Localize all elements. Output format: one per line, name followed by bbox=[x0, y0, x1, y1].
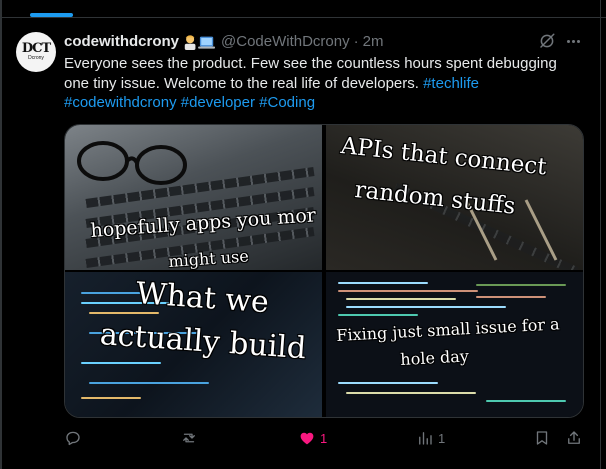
media-caption-2-line2: random stuffs bbox=[353, 177, 517, 220]
reply-button[interactable] bbox=[64, 426, 86, 450]
timestamp[interactable]: 2m bbox=[363, 33, 384, 50]
code-line bbox=[89, 312, 159, 314]
code-line bbox=[346, 298, 456, 300]
code-line bbox=[346, 392, 476, 394]
tweet-body: Everyone sees the product. Few see the c… bbox=[64, 55, 557, 92]
media-image-api[interactable]: APIs that connect random stuffs bbox=[326, 125, 583, 270]
glasses-icon bbox=[77, 141, 187, 185]
display-name[interactable]: codewithdcrony bbox=[64, 33, 179, 50]
media-caption-2-line1: APIs that connect bbox=[339, 133, 548, 181]
code-line bbox=[476, 296, 546, 298]
hashtag-developer[interactable]: #developer bbox=[181, 94, 255, 111]
code-line bbox=[338, 382, 438, 384]
avatar-subtext: Dcrony bbox=[28, 55, 44, 61]
separator-dot: · bbox=[353, 32, 359, 50]
repost-button[interactable] bbox=[180, 426, 202, 450]
media-image-debugging[interactable]: Fixing just small issue for a hole day bbox=[326, 272, 583, 417]
code-line bbox=[338, 290, 478, 292]
header-divider bbox=[0, 17, 606, 18]
reply-icon bbox=[66, 431, 80, 446]
code-line bbox=[476, 284, 566, 286]
media-caption-3-line2: actually build bbox=[98, 317, 308, 367]
hashtag-techlife[interactable]: #techlife bbox=[423, 75, 479, 92]
avatar-monogram: DCT bbox=[21, 41, 51, 56]
hashtag-coding[interactable]: #Coding bbox=[259, 94, 315, 111]
tweet-header: codewithdcrony @CodeWithDcrony · 2m bbox=[64, 32, 383, 50]
code-line bbox=[81, 292, 141, 294]
grok-icon[interactable] bbox=[538, 32, 556, 50]
media-caption-1-line2: might use bbox=[167, 246, 250, 270]
code-line bbox=[338, 282, 428, 284]
code-line bbox=[89, 382, 209, 384]
code-line bbox=[346, 306, 506, 308]
media-image-code-screen[interactable]: What we actually build bbox=[65, 272, 322, 417]
media-caption-3-line1: What we bbox=[134, 276, 270, 321]
media-image-keyboard[interactable]: hopefully apps you mor might use bbox=[65, 125, 322, 270]
tweet-actions-bar: 1 1 bbox=[0, 426, 606, 450]
like-count: 1 bbox=[320, 430, 328, 446]
views-icon bbox=[419, 432, 432, 445]
heart-icon bbox=[300, 432, 314, 445]
bookmark-icon bbox=[536, 431, 548, 445]
repost-icon bbox=[183, 433, 195, 443]
technologist-emoji-icon bbox=[184, 35, 216, 50]
code-line bbox=[81, 362, 161, 364]
hashtag-codewithdcrony[interactable]: #codewithdcrony bbox=[64, 94, 177, 111]
media-grid: hopefully apps you mor might use APIs th… bbox=[64, 124, 584, 418]
tweet-text: Everyone sees the product. Few see the c… bbox=[64, 54, 584, 113]
views-button[interactable]: 1 bbox=[416, 426, 445, 450]
bookmark-button[interactable] bbox=[533, 426, 551, 450]
avatar[interactable]: DCT Dcrony bbox=[16, 32, 56, 72]
code-line bbox=[81, 397, 141, 399]
more-options-icon[interactable] bbox=[564, 32, 582, 50]
user-handle[interactable]: @CodeWithDcrony bbox=[221, 33, 350, 50]
code-line bbox=[486, 400, 566, 402]
share-button[interactable] bbox=[565, 426, 583, 450]
share-icon bbox=[568, 431, 580, 444]
like-button[interactable]: 1 bbox=[298, 426, 327, 450]
panel-border-right bbox=[600, 0, 601, 469]
media-caption-4-line2: hole day bbox=[399, 346, 470, 369]
media-caption-4-line1: Fixing just small issue for a bbox=[335, 314, 561, 345]
code-line bbox=[338, 314, 418, 316]
views-count: 1 bbox=[438, 430, 446, 446]
panel-border-left bbox=[0, 0, 2, 469]
